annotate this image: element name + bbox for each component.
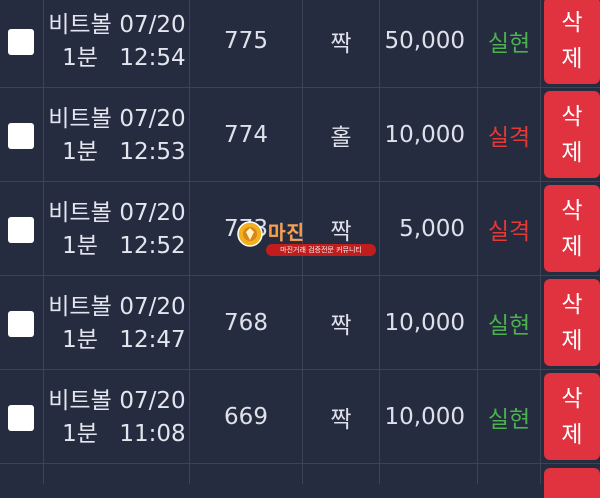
row-checkbox[interactable] xyxy=(8,123,34,149)
game-interval: 1분 xyxy=(62,45,98,71)
bet-time: 12:47 xyxy=(119,327,186,353)
row-checkbox[interactable] xyxy=(8,29,34,55)
pick-value: 짝 xyxy=(330,218,352,245)
time-cell: 07/20 12:47 xyxy=(116,276,190,369)
bet-amount: 5,000 xyxy=(399,215,465,242)
round-number: 669 xyxy=(224,403,268,430)
bet-time: 12:52 xyxy=(119,233,186,259)
delete-button[interactable]: 삭제 xyxy=(544,0,600,84)
round-number: 774 xyxy=(224,121,268,148)
delete-button[interactable]: 삭제 xyxy=(544,91,600,178)
result-status: 실현 xyxy=(487,406,531,433)
bet-date: 07/20 xyxy=(119,12,186,38)
game-cell: 비트볼 1분 xyxy=(44,182,116,275)
game-name: 비트볼 xyxy=(48,106,112,132)
pick-value: 짝 xyxy=(330,30,352,57)
bet-time: 12:53 xyxy=(119,139,186,165)
row-checkbox[interactable] xyxy=(8,217,34,243)
bet-date: 07/20 xyxy=(119,294,186,320)
bet-date: 07/20 xyxy=(119,106,186,132)
game-name: 비트볼 xyxy=(48,200,112,226)
pick-value: 홀 xyxy=(330,124,352,151)
row-checkbox[interactable] xyxy=(8,405,34,431)
table-row: 비트볼 1분 07/20 12:54 775 짝 50,000 실현 삭제 xyxy=(0,0,600,88)
game-interval: 1분 xyxy=(62,233,98,259)
pick-value: 짝 xyxy=(330,406,352,433)
time-cell: 07/20 12:53 xyxy=(116,88,190,181)
time-cell: 07/20 12:52 xyxy=(116,182,190,275)
round-number: 775 xyxy=(224,27,268,54)
game-name: 비트볼 xyxy=(48,12,112,38)
result-status: 실격 xyxy=(487,124,531,151)
table-row: 비트볼 1분 07/20 12:53 774 홀 10,000 실격 삭제 xyxy=(0,88,600,182)
game-interval: 1분 xyxy=(62,139,98,165)
delete-button[interactable]: 삭제 xyxy=(544,185,600,272)
bet-amount: 10,000 xyxy=(384,121,465,148)
table-row-partial xyxy=(0,464,600,498)
game-name: 비트볼 xyxy=(48,294,112,320)
delete-button[interactable]: 삭제 xyxy=(544,279,600,366)
game-interval: 1분 xyxy=(62,327,98,353)
row-checkbox[interactable] xyxy=(8,311,34,337)
table-row: 비트볼 1분 07/20 12:47 768 짝 10,000 실현 삭제 xyxy=(0,276,600,370)
result-status: 실현 xyxy=(487,312,531,339)
bet-history-table: 비트볼 1분 07/20 12:54 775 짝 50,000 실현 삭제 비트볼 1… xyxy=(0,0,600,498)
time-cell: 07/20 12:54 xyxy=(116,0,190,87)
result-status: 실격 xyxy=(487,218,531,245)
bet-amount: 50,000 xyxy=(384,27,465,54)
game-interval: 1분 xyxy=(62,421,98,447)
game-cell: 비트볼 1분 xyxy=(44,88,116,181)
round-number: 773 xyxy=(224,215,268,242)
bet-date: 07/20 xyxy=(119,200,186,226)
bet-amount: 10,000 xyxy=(384,309,465,336)
game-name: 비트볼 xyxy=(48,388,112,414)
table-row: 비트볼 1분 07/20 12:52 773 짝 5,000 실격 삭제 xyxy=(0,182,600,276)
delete-button[interactable] xyxy=(544,468,600,498)
game-cell: 비트볼 1분 xyxy=(44,0,116,87)
game-cell: 비트볼 1분 xyxy=(44,276,116,369)
pick-value: 짝 xyxy=(330,312,352,339)
time-cell: 07/20 11:08 xyxy=(116,370,190,463)
round-number: 768 xyxy=(224,309,268,336)
bet-time: 12:54 xyxy=(119,45,186,71)
game-cell: 비트볼 1분 xyxy=(44,370,116,463)
result-status: 실현 xyxy=(487,30,531,57)
bet-date: 07/20 xyxy=(119,388,186,414)
delete-button[interactable]: 삭제 xyxy=(544,373,600,460)
table-row: 비트볼 1분 07/20 11:08 669 짝 10,000 실현 삭제 xyxy=(0,370,600,464)
bet-amount: 10,000 xyxy=(384,403,465,430)
bet-time: 11:08 xyxy=(119,421,186,447)
